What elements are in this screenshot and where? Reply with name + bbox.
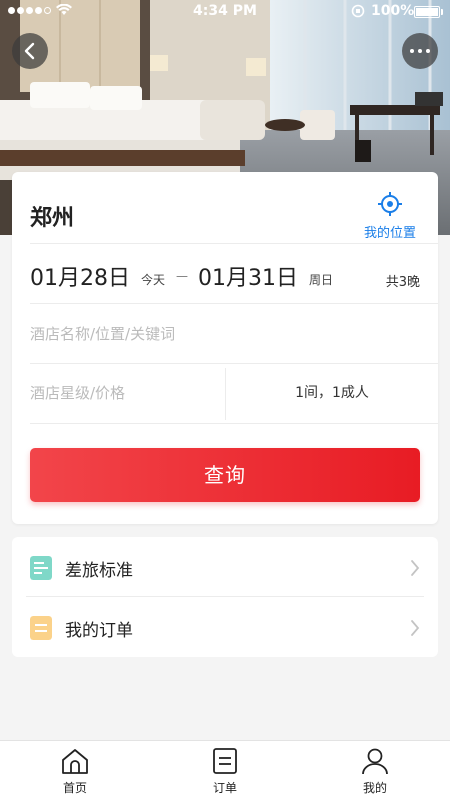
- back-button[interactable]: [12, 33, 48, 69]
- date-row[interactable]: 01月28日 今天 — 01月31日 周日 共3晚: [30, 244, 438, 304]
- rooms-guests-selector[interactable]: 1间，1成人: [226, 364, 438, 423]
- city-name[interactable]: 郑州: [30, 200, 74, 232]
- orientation-lock-icon: [351, 4, 365, 22]
- tab-home[interactable]: 首页: [0, 741, 150, 800]
- checkin-day: 今天: [141, 273, 166, 287]
- checkin-date[interactable]: 01月28日: [30, 260, 130, 292]
- tab-orders[interactable]: 订单: [150, 741, 300, 800]
- crosshair-location-icon: [378, 192, 402, 216]
- star-price-filter[interactable]: 酒店星级/价格: [30, 364, 225, 423]
- filter-row: 酒店星级/价格 1间，1成人: [30, 364, 438, 424]
- my-location-label: 我的位置: [363, 226, 416, 241]
- chevron-left-icon: [24, 42, 35, 60]
- checkout-date[interactable]: 01月31日: [198, 260, 298, 292]
- city-row[interactable]: 郑州 我的位置: [30, 172, 438, 244]
- home-icon: [62, 749, 88, 774]
- battery-percent: 100%: [371, 3, 415, 19]
- battery-icon: [414, 6, 440, 18]
- hotel-search-card: 郑州 我的位置 01月28日 今天 — 01月31日 周日 共3晚 酒店星级/价…: [12, 172, 438, 524]
- chevron-right-icon: [411, 620, 420, 636]
- status-bar: 4:34 PM 100%: [0, 0, 450, 24]
- document-icon: [30, 556, 52, 580]
- date-separator: —: [176, 269, 188, 283]
- tab-mine[interactable]: 我的: [300, 741, 450, 800]
- order-list-icon: [30, 616, 52, 640]
- my-location-button[interactable]: 我的位置: [360, 192, 420, 241]
- nights-count: 共3晚: [385, 275, 420, 290]
- menu-label-my-orders: 我的订单: [65, 621, 133, 641]
- quick-menu: 差旅标准 我的订单: [12, 537, 438, 657]
- tab-label-home: 首页: [62, 781, 87, 795]
- more-dots-icon: [410, 49, 430, 53]
- tab-label-orders: 订单: [212, 781, 237, 795]
- order-icon: [213, 748, 237, 774]
- tab-label-mine: 我的: [362, 781, 387, 795]
- menu-item-travel-standard[interactable]: 差旅标准: [12, 537, 438, 597]
- user-icon: [362, 748, 388, 775]
- query-button[interactable]: 查询: [30, 448, 420, 502]
- keyword-search-input[interactable]: [30, 304, 420, 363]
- checkout-day: 周日: [309, 273, 334, 287]
- bottom-tab-bar: 首页 订单 我的: [0, 740, 450, 800]
- menu-item-my-orders[interactable]: 我的订单: [12, 597, 438, 657]
- menu-label-travel-standard: 差旅标准: [65, 561, 133, 581]
- more-button[interactable]: [402, 33, 438, 69]
- keyword-row: [30, 304, 438, 364]
- chevron-right-icon: [411, 560, 420, 576]
- battery-tip: [441, 9, 443, 15]
